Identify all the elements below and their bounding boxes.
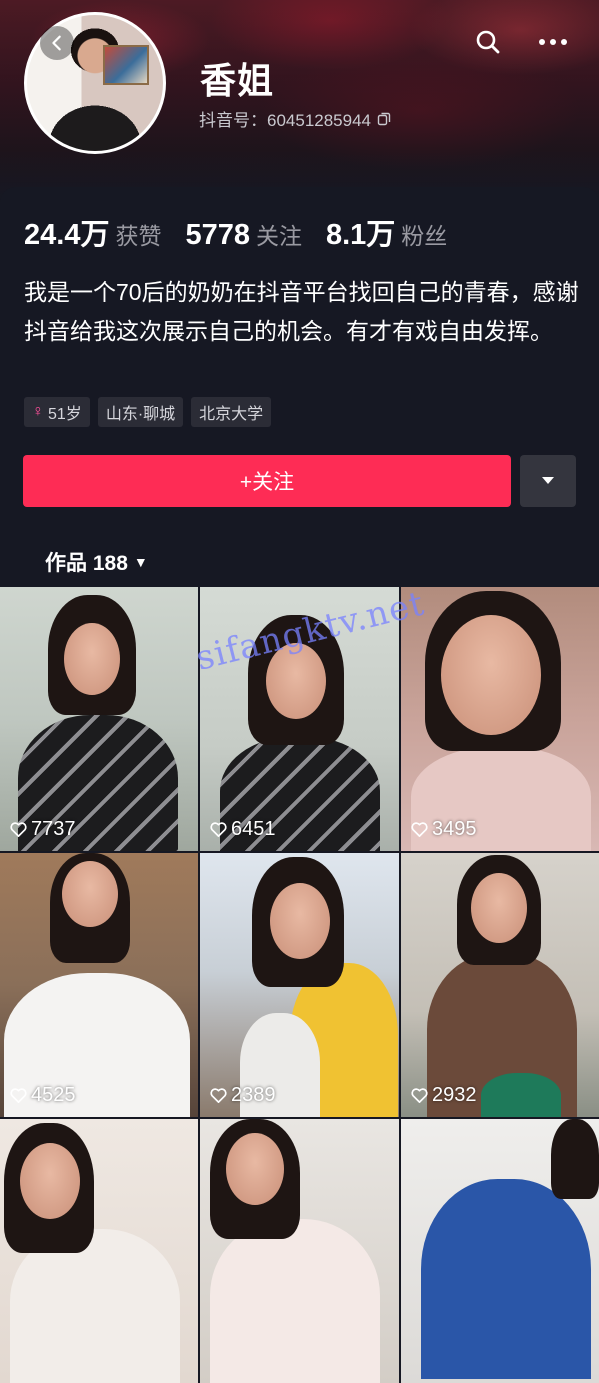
following-count: 5778 xyxy=(185,219,250,251)
likes-count: 3495 xyxy=(432,818,477,840)
works-tab-label: 作品 188 xyxy=(45,552,128,575)
video-grid: 7737 6451 3495 4525 2389 2932 xyxy=(0,587,599,1383)
likes-counter: 3495 xyxy=(410,818,477,841)
video-thumbnail[interactable] xyxy=(200,1119,399,1383)
video-thumbnail[interactable]: 2389 xyxy=(200,853,399,1117)
video-thumbnail[interactable]: 7737 xyxy=(0,587,198,851)
stat-likes[interactable]: 24.4万 获赞 xyxy=(24,211,161,253)
heart-icon xyxy=(411,822,428,838)
face xyxy=(226,1133,284,1205)
followers-count: 8.1万 xyxy=(325,219,396,251)
douyin-id-row[interactable]: 抖音号：60451285944 xyxy=(199,106,391,131)
likes-count: 6451 xyxy=(231,818,276,840)
outfit xyxy=(421,1179,591,1379)
tag-location: 山东·聊城 xyxy=(97,397,184,427)
video-thumbnail[interactable]: 3495 xyxy=(401,587,599,851)
school-text: 北京大学 xyxy=(199,406,264,423)
heart-icon xyxy=(10,1088,27,1104)
age-text: 51岁 xyxy=(48,406,82,423)
stats-row: 24.4万 获赞 5778 关注 8.1万 粉丝 xyxy=(24,211,471,253)
heart-icon xyxy=(10,822,27,838)
more-options-button[interactable] xyxy=(537,26,569,58)
tag-school[interactable]: 北京大学 xyxy=(191,397,272,427)
copy-icon[interactable] xyxy=(377,112,391,126)
back-arrow-icon xyxy=(52,35,61,51)
likes-counter: 2932 xyxy=(410,1084,477,1107)
face xyxy=(270,883,330,959)
face xyxy=(471,873,527,943)
video-thumbnail[interactable]: 2932 xyxy=(401,853,599,1117)
face xyxy=(441,615,541,735)
video-thumbnail[interactable] xyxy=(401,1119,599,1383)
likes-counter: 2389 xyxy=(209,1084,276,1107)
likes-count: 4525 xyxy=(31,1084,76,1106)
profile-bio: 我是一个70后的奶奶在抖音平台找回自己的青春，感谢抖音给我这次展示自己的机会。有… xyxy=(24,279,579,344)
profile-tags: ♀ 51岁 山东·聊城 北京大学 xyxy=(24,397,272,427)
profile-info-panel: 24.4万 获赞 5778 关注 8.1万 粉丝 我是一个70后的奶奶在抖音平台… xyxy=(0,187,599,587)
heart-icon xyxy=(210,1088,227,1104)
video-thumbnail[interactable] xyxy=(0,1119,198,1383)
stat-followers[interactable]: 8.1万 粉丝 xyxy=(326,211,447,253)
video-thumbnail[interactable]: 4525 xyxy=(0,853,198,1117)
search-button[interactable] xyxy=(472,26,504,58)
heart-icon xyxy=(210,822,227,838)
face xyxy=(64,623,120,695)
search-icon xyxy=(476,30,500,54)
avatar-background-painting xyxy=(103,45,149,85)
caret-down-icon xyxy=(542,477,554,484)
likes-counter: 7737 xyxy=(9,818,76,841)
likes-count: 24.4万 xyxy=(24,219,110,251)
location-text: 山东·聊城 xyxy=(105,406,176,423)
likes-label: 获赞 xyxy=(115,223,162,249)
female-icon: ♀ xyxy=(32,403,44,420)
face xyxy=(62,861,118,927)
more-dots-icon xyxy=(539,39,567,45)
likes-counter: 4525 xyxy=(9,1084,76,1107)
follow-button[interactable]: +关注 xyxy=(23,455,511,507)
face xyxy=(20,1143,80,1219)
likes-count: 2389 xyxy=(231,1084,276,1106)
likes-count: 2932 xyxy=(432,1084,477,1106)
back-button[interactable] xyxy=(40,26,74,60)
green-object xyxy=(481,1073,561,1117)
tag-age: ♀ 51岁 xyxy=(24,397,90,427)
outfit xyxy=(210,1219,380,1383)
likes-count: 7737 xyxy=(31,818,76,840)
stat-following[interactable]: 5778 关注 xyxy=(185,217,302,252)
username: 香姐 xyxy=(200,60,275,101)
likes-counter: 6451 xyxy=(209,818,276,841)
heart-icon xyxy=(411,1088,428,1104)
tab-works[interactable]: 作品 188 ▼ xyxy=(45,547,148,577)
douyin-id: 抖音号：60451285944 xyxy=(199,111,372,130)
hair xyxy=(551,1119,599,1199)
recommend-dropdown-button[interactable] xyxy=(520,455,576,507)
followers-label: 粉丝 xyxy=(401,223,448,249)
following-label: 关注 xyxy=(255,223,302,249)
caret-down-icon: ▼ xyxy=(133,554,148,570)
